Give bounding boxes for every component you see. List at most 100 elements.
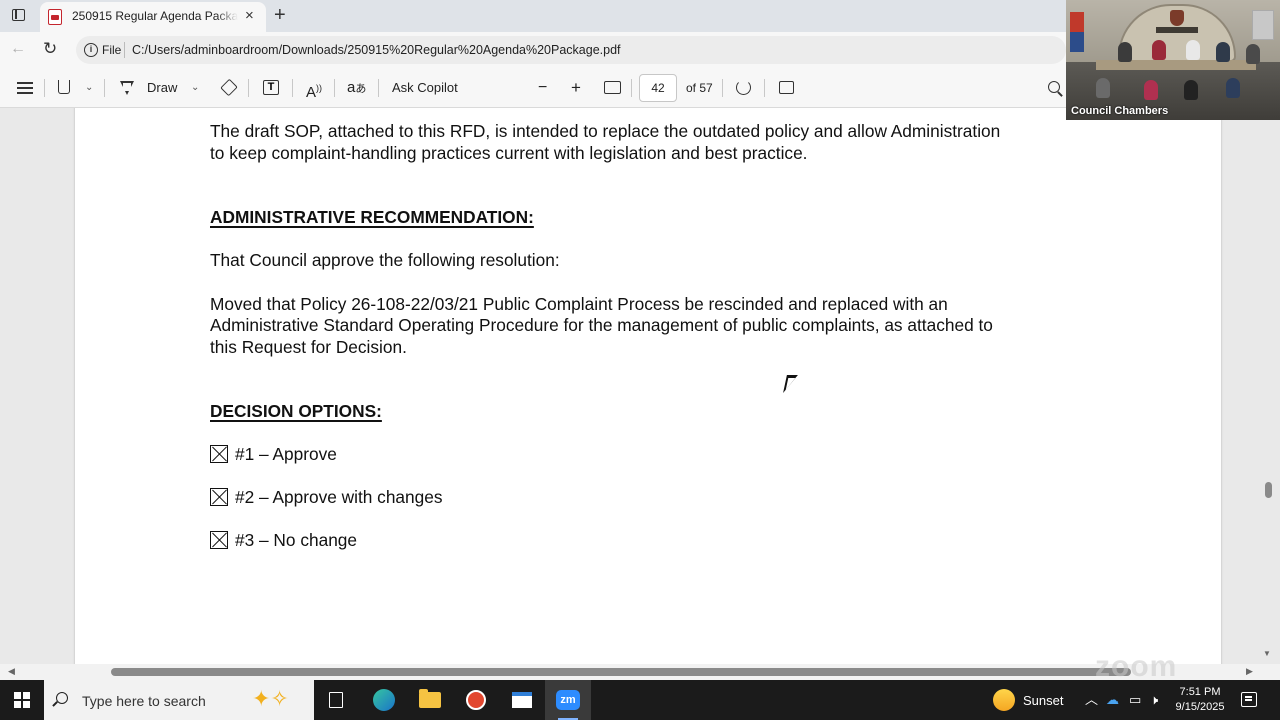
council-member	[1246, 44, 1260, 64]
crest-banner	[1156, 27, 1198, 33]
weather-label[interactable]: Sunset	[1023, 693, 1063, 708]
resolution-intro: That Council approve the following resol…	[210, 250, 560, 270]
address-bar[interactable]: i File C:/Users/adminboardroom/Downloads…	[76, 36, 1066, 64]
zoom-out-button[interactable]: −	[538, 68, 547, 108]
motion-line: Administrative Standard Operating Proced…	[210, 315, 993, 335]
taskbar: Type here to search ✦✧ zm Sunset ︿ ☁ ▭ 🕨…	[0, 680, 1280, 720]
notifications-icon[interactable]	[1241, 692, 1257, 707]
sparkle-icon: ✦✧	[252, 686, 289, 711]
town-crest-logo	[1170, 10, 1184, 26]
window-app-button[interactable]	[499, 680, 545, 720]
toolbar-separator	[764, 79, 765, 97]
tab-title: 250915 Regular Agenda Package.pdf	[72, 9, 238, 23]
highlight-icon[interactable]	[58, 80, 70, 94]
vertical-scrollbar-thumb[interactable]	[1265, 482, 1272, 498]
rotate-icon[interactable]	[736, 80, 751, 95]
fit-to-width-icon[interactable]	[604, 81, 621, 94]
decision-option-label: #2 – Approve with changes	[235, 487, 443, 507]
url-text[interactable]: C:/Users/adminboardroom/Downloads/250915…	[132, 43, 621, 57]
motion-line: Moved that Policy 26-108-22/03/21 Public…	[210, 294, 948, 314]
horizontal-scrollbar-thumb[interactable]	[111, 668, 1131, 676]
red-app-button[interactable]	[453, 680, 499, 720]
tab-agenda-pdf[interactable]: 250915 Regular Agenda Package.pdf ×	[40, 2, 266, 32]
search-icon	[56, 692, 68, 704]
toolbar-separator	[104, 79, 105, 97]
decision-option: #3 – No change	[210, 530, 357, 552]
pdf-viewer[interactable]: The draft SOP, attached to this RFD, is …	[0, 108, 1280, 664]
paragraph-line: to keep complaint-handling practices cur…	[210, 143, 808, 163]
app-icon	[466, 690, 486, 710]
flag-right	[1252, 10, 1274, 40]
council-member	[1186, 40, 1200, 60]
page-number-input[interactable]	[639, 74, 677, 102]
windows-start-icon[interactable]	[14, 692, 30, 708]
edge-icon	[373, 689, 395, 711]
zoom-in-button[interactable]: +	[571, 68, 581, 108]
toolbar-separator	[722, 79, 723, 97]
volume-muted-icon[interactable]: 🕨	[1150, 692, 1158, 708]
sunset-weather-icon[interactable]	[993, 689, 1015, 711]
add-text-icon[interactable]: T	[263, 80, 279, 95]
ballot-box-x-icon	[210, 445, 228, 463]
new-tab-button[interactable]: +	[274, 5, 286, 25]
contents-list-icon[interactable]	[17, 82, 33, 94]
clock-time: 7:51 PM	[1179, 686, 1221, 698]
eraser-icon[interactable]	[220, 78, 238, 97]
search-placeholder: Type here to search	[82, 693, 206, 709]
toolbar-separator	[44, 79, 45, 97]
zoom-watermark-logo: zoom	[1095, 650, 1178, 683]
scroll-left-icon[interactable]: ◀	[8, 666, 15, 677]
toolbar-separator	[378, 79, 379, 97]
ballot-box-x-icon	[210, 488, 228, 506]
file-explorer-button[interactable]	[407, 680, 453, 720]
url-scheme-label: File	[102, 43, 122, 57]
horizontal-scrollbar[interactable]: ◀ ▶	[0, 664, 1280, 680]
network-icon[interactable]: ▭	[1129, 692, 1141, 708]
folder-icon	[419, 689, 441, 708]
tray-chevron-up-icon[interactable]: ︿	[1085, 692, 1098, 708]
edge-app-button[interactable]	[361, 680, 407, 720]
zoom-icon: zm	[556, 690, 580, 710]
decision-option-label: #3 – No change	[235, 530, 358, 550]
total-pages-label: of 57	[686, 81, 713, 95]
council-member	[1216, 42, 1230, 62]
draw-pen-icon[interactable]	[120, 81, 134, 95]
read-aloud-icon[interactable]: A))	[306, 68, 322, 108]
decision-option-label: #1 – Approve	[235, 444, 337, 464]
scroll-right-icon[interactable]: ▶	[1246, 666, 1253, 677]
translate-icon[interactable]: aあ	[347, 68, 366, 108]
council-member	[1152, 40, 1166, 60]
ballot-box-x-icon	[210, 531, 228, 549]
decision-option: #2 – Approve with changes	[210, 487, 443, 509]
back-arrow-icon[interactable]: ←	[10, 40, 26, 58]
url-separator	[124, 42, 125, 58]
task-view-button[interactable]	[314, 680, 360, 720]
site-info-icon[interactable]: i	[84, 43, 98, 57]
draw-button[interactable]: Draw	[147, 68, 177, 108]
video-inset[interactable]: Council Chambers	[1066, 0, 1280, 120]
taskbar-clock[interactable]: 7:51 PM 9/15/2025	[1170, 685, 1230, 715]
tab-close-icon[interactable]: ×	[245, 8, 254, 24]
toolbar-separator	[292, 79, 293, 97]
search-icon[interactable]	[1048, 81, 1060, 93]
draw-chevron-down-icon[interactable]: ⌄	[191, 68, 199, 108]
paragraph-line: The draft SOP, attached to this RFD, is …	[210, 121, 1001, 141]
page-view-icon[interactable]	[779, 81, 794, 94]
pdf-file-icon	[48, 9, 62, 25]
reload-icon[interactable]: ↻	[43, 39, 57, 59]
council-member	[1144, 80, 1158, 100]
tab-actions-icon[interactable]	[10, 7, 28, 25]
highlight-chevron-down-icon[interactable]: ⌄	[85, 68, 93, 108]
taskbar-search[interactable]: Type here to search ✦✧	[44, 680, 314, 720]
toolbar-separator	[334, 79, 335, 97]
onedrive-cloud-icon[interactable]: ☁	[1106, 692, 1119, 708]
ask-copilot-button[interactable]: Ask Copilot	[392, 68, 458, 108]
pdf-page: The draft SOP, attached to this RFD, is …	[75, 108, 1221, 664]
decision-option: #1 – Approve	[210, 444, 337, 466]
zoom-app-button[interactable]: zm	[545, 680, 591, 720]
toolbar-separator	[631, 79, 632, 97]
heading-decision-options: DECISION OPTIONS:	[210, 401, 382, 421]
clock-date: 9/15/2025	[1175, 701, 1225, 713]
scroll-down-icon[interactable]: ▼	[1263, 649, 1271, 658]
council-member	[1118, 42, 1132, 62]
